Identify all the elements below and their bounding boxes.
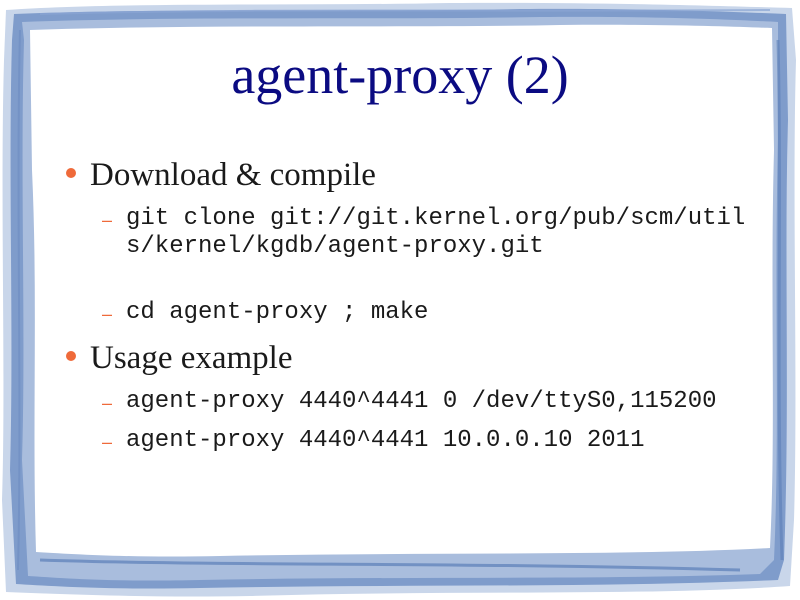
dash-icon: –	[102, 304, 113, 324]
subitem-text: git clone git://git.kernel.org/pub/scm/u…	[126, 205, 746, 260]
subitem-git-clone: – git clone git://git.kernel.org/pub/scm…	[102, 205, 756, 261]
subitem-text: agent-proxy 4440^4441 0 /dev/ttyS0,11520…	[126, 388, 717, 415]
subitem-text: cd agent-proxy ; make	[126, 299, 429, 326]
slide: agent-proxy (2) Download & compile – git…	[0, 0, 800, 600]
bullet-download-compile: Download & compile	[66, 155, 376, 195]
dash-icon: –	[102, 393, 113, 413]
bullet-dot-icon	[66, 351, 76, 362]
bullet-dot-icon	[66, 168, 76, 179]
subitem-usage-network: – agent-proxy 4440^4441 10.0.0.10 2011	[102, 427, 756, 455]
bullet-label: Download & compile	[90, 157, 376, 193]
dash-icon: –	[102, 432, 113, 452]
dash-icon: –	[102, 210, 113, 230]
subitem-text: agent-proxy 4440^4441 10.0.0.10 2011	[126, 427, 645, 454]
subitem-usage-serial: – agent-proxy 4440^4441 0 /dev/ttyS0,115…	[102, 388, 756, 416]
bullet-label: Usage example	[90, 340, 293, 376]
slide-title: agent-proxy (2)	[231, 45, 569, 105]
bullet-usage-example: Usage example	[66, 338, 293, 378]
subitem-make: – cd agent-proxy ; make	[102, 299, 756, 327]
